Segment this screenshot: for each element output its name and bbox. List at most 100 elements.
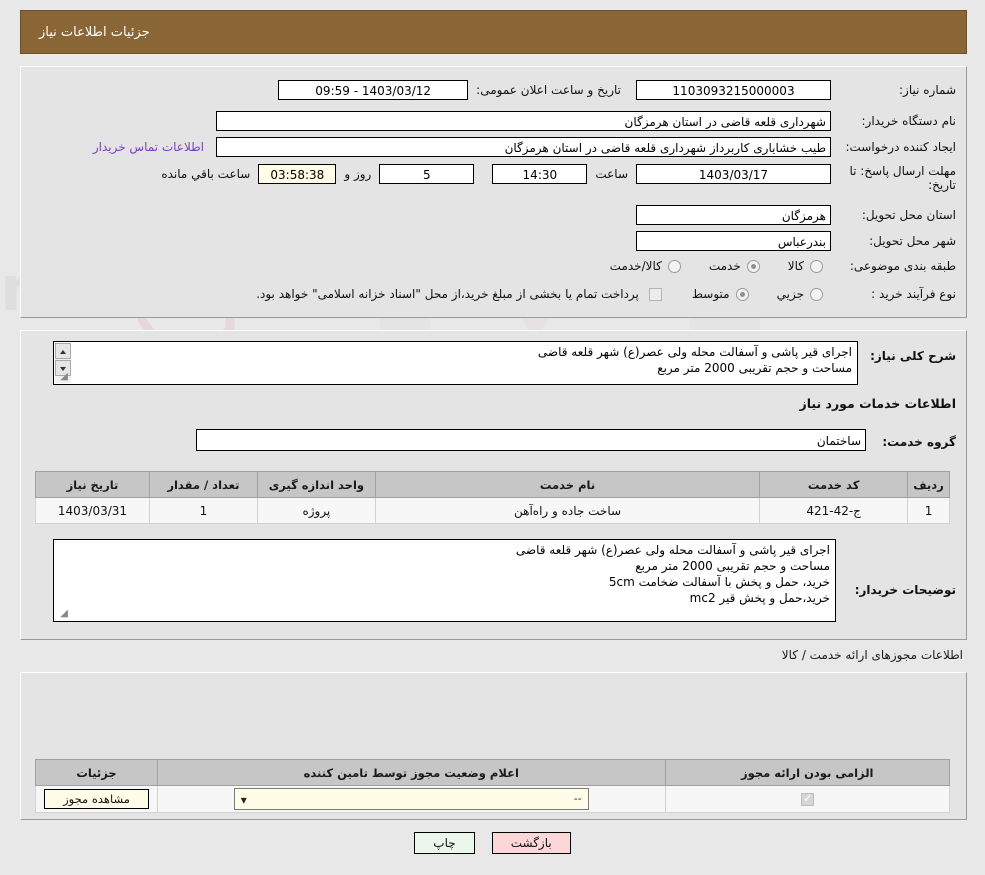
delivery-province-row: استان محل تحویل: هرمزگان bbox=[636, 205, 956, 225]
permit-status-select[interactable]: ▾ -- bbox=[233, 788, 589, 810]
subject-category-label: طبقه بندی موضوعی: bbox=[849, 259, 956, 273]
purchase-process-label: نوع فرآیند خرید : bbox=[871, 287, 956, 301]
view-permit-button[interactable]: مشاهده مجوز bbox=[44, 789, 149, 809]
radio-category-goods[interactable] bbox=[810, 259, 823, 273]
page-title: جزئیات اطلاعات نیاز bbox=[39, 25, 150, 40]
general-description-textarea[interactable]: اجرای قیر پاشی و آسفالت محله ولی عصر(ع) … bbox=[53, 341, 858, 385]
general-description-label: شرح کلی نیاز: bbox=[870, 349, 956, 363]
services-table-header-row: ردیف کد خدمت نام خدمت واحد اندازه گیری ت… bbox=[35, 471, 950, 498]
request-creator-row: ایجاد کننده درخواست: طیب خشایاری کاربردا… bbox=[93, 137, 956, 157]
cell-service-name: ساخت جاده و راه‌آهن bbox=[374, 497, 761, 524]
buyer-notes-label-wrap: توضیحات خریدار: bbox=[855, 579, 956, 598]
subject-category-row: طبقه بندی موضوعی: کالا خدمت کالا/خدمت bbox=[610, 259, 956, 273]
radio-category-service[interactable] bbox=[746, 259, 760, 273]
announce-date-row: تاریخ و ساعت اعلان عمومی: 1403/03/12 - 0… bbox=[278, 80, 621, 100]
service-group-value: ساختمان bbox=[196, 429, 866, 451]
announce-date-label: تاریخ و ساعت اعلان عمومی: bbox=[476, 83, 621, 97]
deadline-date-value: 1403/03/17 bbox=[636, 164, 831, 184]
table-row: 1 ج-42-421 ساخت جاده و راه‌آهن پروژه 1 1… bbox=[35, 497, 950, 524]
cell-need-date: 1403/03/31 bbox=[35, 497, 150, 524]
radio-category-goods-service[interactable] bbox=[667, 259, 681, 273]
col-row-index: ردیف bbox=[907, 471, 950, 498]
treasury-bonds-note: پرداخت تمام یا بخشی از مبلغ خرید،از محل … bbox=[256, 287, 639, 301]
buyer-contact-link[interactable]: اطلاعات تماس خریدار bbox=[93, 140, 204, 154]
permits-table: الزامی بودن ارائه مجوز اعلام وضعیت مجوز … bbox=[35, 759, 950, 813]
buyer-org-label: نام دستگاه خریدار: bbox=[861, 114, 957, 128]
general-description-line-2: مساحت و حجم تقریبی 2000 متر مربع bbox=[657, 361, 852, 375]
buyer-notes-resize-handle-icon[interactable]: ◢ bbox=[56, 608, 68, 620]
table-row: ▾ -- مشاهده مجوز bbox=[35, 785, 950, 813]
scroll-up-icon[interactable] bbox=[55, 343, 71, 359]
purchase-process-row: نوع فرآیند خرید : جزيي متوسط پرداخت تمام… bbox=[256, 287, 956, 301]
back-button[interactable]: بازگشت bbox=[491, 832, 571, 854]
buyer-notes-label: توضیحات خریدار: bbox=[854, 583, 956, 597]
services-table: ردیف کد خدمت نام خدمت واحد اندازه گیری ت… bbox=[35, 471, 950, 524]
page-header-bar: جزئیات اطلاعات نیاز bbox=[20, 10, 967, 54]
page-root: AriaTender.net جزئیات اطلاعات نیاز شماره… bbox=[0, 0, 985, 875]
deadline-time-value: 14:30 bbox=[492, 164, 588, 184]
col-permit-details: جزئیات bbox=[35, 759, 158, 786]
service-group-label-wrap: گروه خدمت: bbox=[882, 431, 956, 450]
services-info-heading-wrap: اطلاعات خدمات مورد نیاز bbox=[800, 393, 957, 412]
buyer-notes-line-2: مساحت و حجم تقریبی 2000 متر مربع bbox=[635, 559, 830, 573]
need-number-value: 1103093215000003 bbox=[636, 80, 831, 100]
col-permit-status: اعلام وضعیت مجوز توسط تامین کننده bbox=[157, 759, 666, 786]
request-creator-value: طیب خشایاری کاربرداز شهرداری قلعه قاضی د… bbox=[216, 137, 831, 157]
buyer-notes-textarea[interactable]: اجرای قیر پاشی و آسفالت محله ولی عصر(ع) … bbox=[53, 539, 836, 622]
radio-category-goods-label: کالا bbox=[787, 259, 804, 273]
buyer-notes-line-3: خرید، حمل و پخش با آسفالت ضخامت 5cm bbox=[608, 575, 830, 589]
col-unit: واحد اندازه گیری bbox=[256, 471, 376, 498]
footer-actions: بازگشت چاپ bbox=[0, 832, 985, 854]
announce-date-value: 1403/03/12 - 09:59 bbox=[278, 80, 469, 100]
radio-process-minor[interactable] bbox=[810, 287, 823, 301]
delivery-city-label: شهر محل تحویل: bbox=[869, 234, 956, 248]
radio-process-medium-label: متوسط bbox=[691, 287, 730, 301]
treasury-bonds-checkbox[interactable] bbox=[648, 287, 662, 301]
need-description-panel: شرح کلی نیاز: اجرای قیر پاشی و آسفالت مح… bbox=[20, 330, 967, 640]
cell-unit: پروژه bbox=[256, 497, 376, 524]
request-creator-label: ایجاد کننده درخواست: bbox=[845, 140, 956, 154]
col-service-code: کد خدمت bbox=[759, 471, 909, 498]
chevron-down-icon: ▾ bbox=[240, 793, 247, 807]
need-number-label: شماره نیاز: bbox=[899, 83, 956, 97]
deadline-label-line2: تاریخ: bbox=[928, 178, 956, 192]
radio-process-minor-label: جزيي bbox=[776, 287, 804, 301]
remaining-days-value: 5 bbox=[379, 164, 475, 184]
delivery-city-row: شهر محل تحویل: بندرعباس bbox=[636, 231, 956, 251]
permits-panel: الزامی بودن ارائه مجوز اعلام وضعیت مجوز … bbox=[20, 672, 967, 820]
radio-category-goods-service-label: کالا/خدمت bbox=[609, 259, 662, 273]
col-service-name: نام خدمت bbox=[374, 471, 761, 498]
print-button[interactable]: چاپ bbox=[414, 832, 475, 854]
general-description-line-1: اجرای قیر پاشی و آسفالت محله ولی عصر(ع) … bbox=[537, 345, 852, 359]
deadline-values-row: 1403/03/17 ساعت 14:30 5 روز و 03:58:38 س… bbox=[161, 164, 831, 184]
permits-section-title: اطلاعات مجوزهای ارائه خدمت / کالا bbox=[781, 648, 963, 662]
buyer-notes-line-1: اجرای قیر پاشی و آسفالت محله ولی عصر(ع) … bbox=[515, 543, 830, 557]
buyer-org-value: شهرداری قلعه قاضی در استان هرمزگان bbox=[216, 111, 831, 131]
cell-service-code: ج-42-421 bbox=[759, 497, 909, 524]
deadline-label-block: مهلت ارسال پاسخ: تا تاریخ: bbox=[841, 164, 956, 192]
remaining-countdown-label: ساعت باقي مانده bbox=[161, 167, 251, 181]
buyer-notes-line-4: خرید،حمل و پخش قیر mc2 bbox=[689, 591, 830, 605]
deadline-label-line1: مهلت ارسال پاسخ: تا bbox=[849, 164, 956, 178]
resize-handle-icon[interactable]: ◢ bbox=[56, 371, 68, 383]
delivery-province-label: استان محل تحویل: bbox=[861, 208, 956, 222]
cell-permit-status: ▾ -- bbox=[157, 785, 666, 813]
cell-permit-required bbox=[664, 785, 950, 813]
delivery-province-value: هرمزگان bbox=[636, 205, 831, 225]
main-info-panel: شماره نیاز: 1103093215000003 تاریخ و ساع… bbox=[20, 66, 967, 318]
radio-process-medium[interactable] bbox=[735, 287, 749, 301]
col-need-date: تاریخ نیاز bbox=[35, 471, 150, 498]
remaining-countdown-value: 03:58:38 bbox=[258, 164, 337, 184]
permit-status-value: -- bbox=[573, 792, 582, 805]
hour-label: ساعت bbox=[595, 167, 628, 181]
services-info-heading: اطلاعات خدمات مورد نیاز bbox=[799, 396, 957, 411]
need-number-row: شماره نیاز: 1103093215000003 bbox=[636, 80, 956, 100]
cell-permit-details: مشاهده مجوز bbox=[35, 785, 158, 813]
cell-quantity: 1 bbox=[148, 497, 258, 524]
permit-required-checkbox bbox=[800, 791, 814, 806]
general-description-label-wrap: شرح کلی نیاز: bbox=[870, 345, 956, 364]
cell-row-index: 1 bbox=[907, 497, 950, 524]
col-permit-required: الزامی بودن ارائه مجوز bbox=[664, 759, 950, 786]
radio-category-service-label: خدمت bbox=[708, 259, 741, 273]
delivery-city-value: بندرعباس bbox=[636, 231, 831, 251]
